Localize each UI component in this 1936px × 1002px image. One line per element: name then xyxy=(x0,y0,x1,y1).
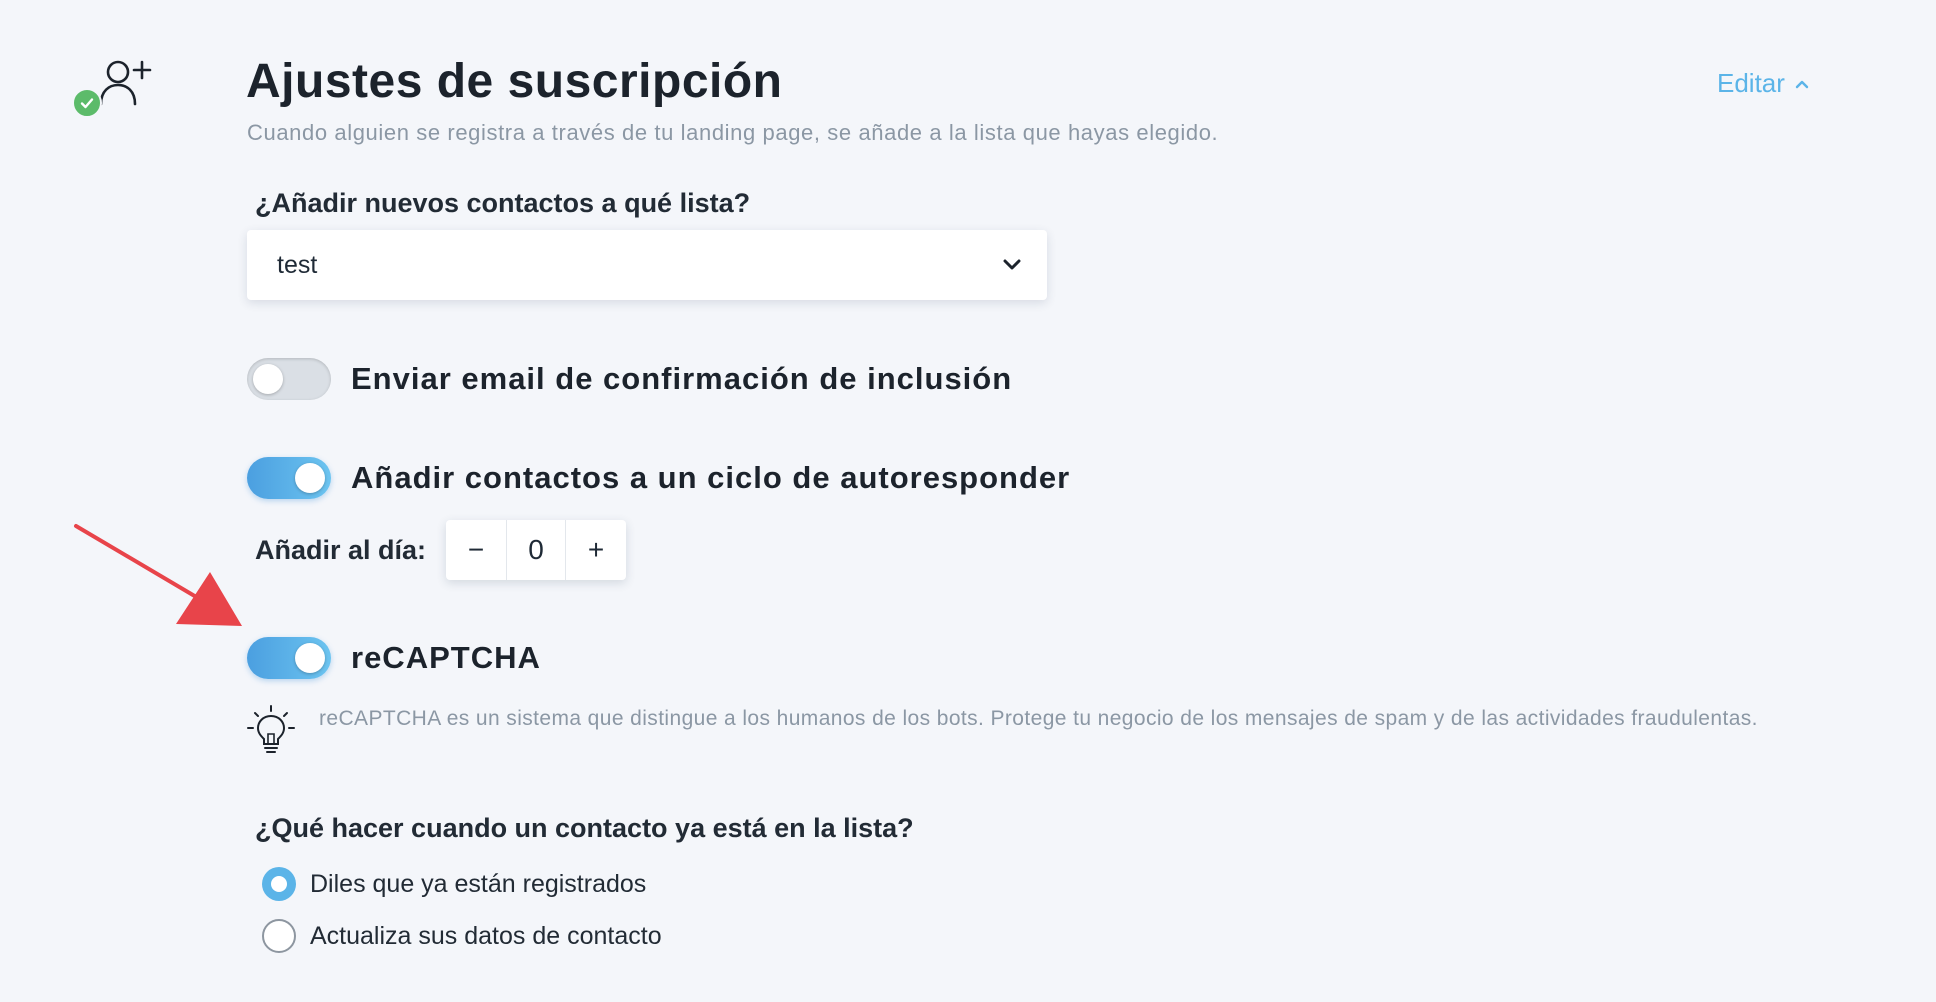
recaptcha-hint-text: reCAPTCHA es un sistema que distingue a … xyxy=(319,707,1758,730)
recaptcha-setting: reCAPTCHA xyxy=(247,637,541,679)
list-question: ¿Añadir nuevos contactos a qué lista? xyxy=(255,188,751,218)
radio-option-notify[interactable]: Diles que ya están registrados xyxy=(262,867,646,901)
list-selected-value: test xyxy=(277,250,318,279)
existing-contact-question: ¿Qué hacer cuando un contacto ya está en… xyxy=(255,813,914,843)
section-icon xyxy=(70,58,154,120)
radio-button[interactable] xyxy=(262,919,296,953)
chevron-down-icon xyxy=(1003,259,1021,270)
radio-option-update[interactable]: Actualiza sus datos de contacto xyxy=(262,919,662,953)
toggle-knob xyxy=(253,364,283,394)
recaptcha-hint: reCAPTCHA es un sistema que distingue a … xyxy=(247,704,1758,754)
edit-button[interactable]: Editar xyxy=(1717,68,1809,99)
user-plus-icon xyxy=(99,60,152,106)
day-value-input[interactable]: 0 xyxy=(506,520,567,580)
annotation-arrow-icon xyxy=(74,524,242,626)
day-stepper: − 0 + xyxy=(446,520,627,580)
subscription-settings-page: Ajustes de suscripción Cuando alguien se… xyxy=(0,0,1936,1002)
add-on-day-label: Añadir al día: xyxy=(255,534,427,565)
recaptcha-toggle[interactable] xyxy=(247,637,331,679)
decrement-button[interactable]: − xyxy=(446,520,506,580)
toggle-knob xyxy=(295,643,325,673)
confirmation-email-label: Enviar email de confirmación de inclusió… xyxy=(351,361,1013,396)
confirmation-email-toggle[interactable] xyxy=(247,358,331,400)
page-title: Ajustes de suscripción xyxy=(246,55,783,108)
autoresponder-toggle[interactable] xyxy=(247,457,331,499)
toggle-knob xyxy=(295,463,325,493)
increment-button[interactable]: + xyxy=(566,520,626,580)
add-on-day-row: Añadir al día: − 0 + xyxy=(255,520,627,580)
autoresponder-label: Añadir contactos a un ciclo de autorespo… xyxy=(351,460,1071,495)
check-circle-icon xyxy=(72,88,102,118)
confirmation-email-setting: Enviar email de confirmación de inclusió… xyxy=(247,358,1012,400)
edit-label: Editar xyxy=(1717,68,1785,98)
recaptcha-label: reCAPTCHA xyxy=(351,640,541,675)
radio-label: Diles que ya están registrados xyxy=(310,869,647,898)
radio-label: Actualiza sus datos de contacto xyxy=(310,921,662,950)
page-subtitle: Cuando alguien se registra a través de t… xyxy=(247,120,1219,145)
autoresponder-setting: Añadir contactos a un ciclo de autorespo… xyxy=(247,457,1070,499)
list-select[interactable]: test xyxy=(247,230,1047,300)
chevron-up-icon xyxy=(1795,80,1809,88)
lightbulb-icon xyxy=(247,705,295,753)
radio-button[interactable] xyxy=(262,867,296,901)
